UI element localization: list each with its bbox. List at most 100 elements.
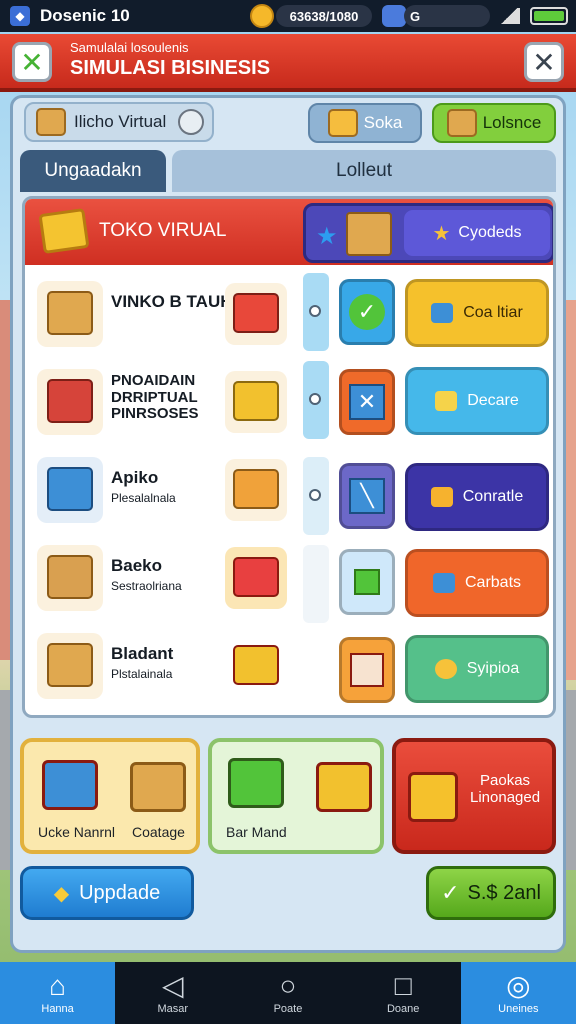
store-card: TOKO VIRUAL ★ ★ Cyodeds VINKO B TAUH PNO… (22, 196, 556, 718)
product-detail: Plstalainala (111, 666, 173, 681)
tab-lolleut[interactable]: Lolleut (172, 150, 556, 192)
crate-icon (346, 212, 392, 256)
status-bar: ◆ Dosenic 10 63638/1080 G (0, 0, 576, 32)
nav-item-search[interactable]: ○ Poate (230, 962, 345, 1024)
store-name-label: Ilicho Virtual (74, 112, 167, 131)
product-row[interactable]: PNOAIDAIN DRRIPTUAL PINRSOSES (25, 361, 295, 449)
product-row[interactable]: Baeko Sestraolriana (25, 537, 295, 625)
nav-label: Masar (157, 1003, 189, 1015)
basket-icon (228, 758, 284, 808)
slash-mini-button[interactable]: ╲ (339, 463, 395, 529)
product-name: Baeko (111, 556, 163, 575)
coin-icon (435, 391, 458, 411)
nav-label: Doane (386, 1003, 420, 1015)
save-button[interactable]: ✓ S.$ 2anl (426, 866, 556, 920)
close-button[interactable]: ✕ (524, 42, 564, 82)
slider-track[interactable] (303, 457, 329, 535)
action-button-decare[interactable]: Decare (405, 367, 549, 435)
coin-icon (250, 4, 274, 28)
upgrade-button[interactable]: ◆ Uppdade (20, 866, 194, 920)
store-name-pill[interactable]: Ilicho Virtual (24, 102, 214, 142)
shop-sign-icon (38, 207, 90, 255)
store-upgrade-card[interactable]: Ucke Nanrnl Coatage (20, 738, 200, 854)
product-row[interactable]: VINKO B TAUH (25, 273, 295, 361)
slider-track[interactable] (303, 273, 329, 351)
slider-handle[interactable] (309, 489, 321, 501)
battery-icon (530, 7, 568, 25)
box-icon (36, 108, 66, 136)
chest-icon (446, 109, 477, 137)
coin-bag-icon (327, 109, 358, 137)
header-main-title: SIMULASI BISINESIS (70, 57, 271, 79)
check-icon: ✓ (441, 880, 460, 905)
bag-icon (432, 573, 455, 593)
product-name: VINKO B TAUH (111, 292, 233, 311)
nav-item-online[interactable]: ◎ Uneines (460, 962, 576, 1024)
star-icon: ★ (432, 222, 451, 245)
back-icon: ◁ (162, 970, 184, 1001)
heart-icon (434, 659, 457, 679)
header-title: Samulalai losoulenis SIMULASI BISINESIS (70, 40, 270, 80)
nav-item-recent[interactable]: □ Doane (346, 962, 461, 1024)
blue-box-icon (37, 457, 103, 523)
card-label: Bar Mand (226, 824, 287, 840)
nav-item-back[interactable]: ◁ Masar (115, 962, 230, 1024)
product-row[interactable]: Bladant Plstalainala (25, 625, 295, 713)
shop-icon (408, 772, 458, 822)
slider-handle[interactable] (309, 305, 321, 317)
gem-counter: G (404, 5, 490, 27)
cross-mini-button[interactable]: ✕ (339, 369, 395, 435)
stok-label: Soka (363, 113, 403, 132)
dashboard-label: Lolsnce (482, 113, 542, 132)
title-header: ✕ Samulalai losoulenis SIMULASI BISINESI… (0, 34, 576, 92)
dashboard-button[interactable]: Lolsnce (432, 103, 556, 143)
home-icon: ⌂ (49, 970, 67, 1001)
nav-item-home[interactable]: ⌂ Hanna (0, 962, 116, 1024)
product-detail: Sestraolriana (111, 578, 182, 593)
goods-button[interactable]: ★ Cyodeds (404, 210, 550, 256)
open-box-mini-button[interactable] (339, 637, 395, 703)
slider-handle[interactable] (309, 393, 321, 405)
card-label: Coatage (132, 824, 185, 840)
goods-button-label: Cyodeds (458, 224, 522, 241)
tab-ungaadakn[interactable]: Ungaadakn (20, 150, 166, 192)
clock-icon[interactable] (178, 109, 204, 135)
green-box-mini-button[interactable] (339, 549, 395, 615)
action-button-coa-ltiar[interactable]: Coa ltiar (405, 279, 549, 347)
yellow-store-icon (225, 371, 287, 433)
stok-button[interactable]: Soka (308, 103, 422, 143)
store-card-title-label: TOKO VIRUAL (99, 220, 227, 241)
check-button[interactable]: ✕ (12, 42, 52, 82)
nav-label: Poate (273, 1003, 303, 1015)
bottom-nav: ⌂ Hanna ◁ Masar ○ Poate □ Doane ◎ Uneines (0, 962, 576, 1024)
slider-track[interactable] (303, 361, 329, 439)
product-name: Apiko (111, 468, 159, 487)
star-icon: ★ (316, 223, 338, 250)
action-label: Carbats (464, 574, 522, 591)
orange-box-icon (225, 459, 287, 521)
goods-panel: ★ ★ Cyodeds (303, 203, 553, 263)
action-label: Decare (467, 392, 519, 409)
product-name: Bladant (111, 644, 174, 663)
upgrade-label: Uppdade (79, 881, 161, 904)
market-card[interactable]: Bar Mand (208, 738, 384, 854)
app-icon: ◆ (10, 6, 30, 26)
product-row[interactable]: Apiko Plesalalnala (25, 449, 295, 537)
slider-track[interactable] (303, 545, 329, 623)
square-icon: □ (394, 970, 412, 1001)
cart-icon (225, 635, 287, 697)
signal-icon (498, 8, 520, 24)
action-button-carbats[interactable]: Carbats (405, 549, 549, 617)
gem-icon (382, 5, 406, 27)
action-button-syipioa[interactable]: Syipioa (405, 635, 549, 703)
packages-card[interactable]: Paokas Linonaged (392, 738, 556, 854)
package-icon (37, 633, 103, 699)
nav-label: Uneines (498, 1003, 539, 1015)
check-mini-button[interactable]: ✓ (339, 279, 395, 345)
coin-counter: 63638/1080 (276, 5, 372, 27)
action-button-conratle[interactable]: Conratle (405, 463, 549, 531)
shopping-bag-icon (225, 547, 287, 609)
boxes-icon (130, 762, 186, 812)
product-name: PNOAIDAIN DRRIPTUAL PINRSOSES (111, 372, 199, 422)
cart-icon (316, 762, 372, 812)
